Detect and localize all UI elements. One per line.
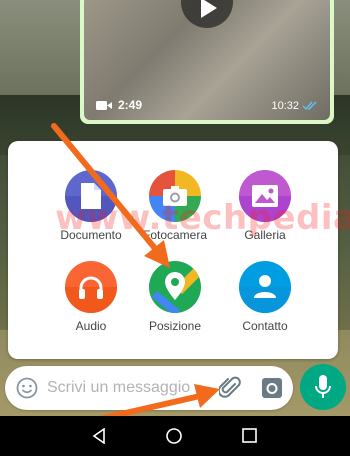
message-input-bar[interactable]: Scrivi un messaggio bbox=[5, 366, 293, 410]
message-time-row: 10:32 bbox=[271, 100, 318, 112]
watermark: www.techpedia.it bbox=[55, 198, 350, 238]
mic-button[interactable] bbox=[300, 364, 346, 410]
attach-contact-label: Contatto bbox=[242, 319, 288, 333]
video-camera-icon bbox=[96, 100, 112, 110]
audio-circle bbox=[65, 261, 117, 313]
message-input-placeholder[interactable]: Scrivi un messaggio bbox=[47, 379, 190, 397]
home-icon[interactable] bbox=[166, 428, 182, 444]
recents-icon[interactable] bbox=[242, 428, 257, 443]
play-button[interactable] bbox=[181, 0, 233, 28]
attach-contact-button[interactable]: Contatto bbox=[220, 261, 310, 333]
attach-audio-button[interactable]: Audio bbox=[46, 261, 136, 333]
camera-input-icon[interactable] bbox=[261, 377, 283, 399]
play-icon bbox=[201, 0, 217, 18]
attach-location-button[interactable]: Posizione bbox=[130, 261, 220, 333]
mic-icon bbox=[315, 375, 331, 398]
attachment-panel: Documento Fotocamera Galleria Audio Posi… bbox=[8, 141, 338, 359]
headphones-icon bbox=[79, 276, 103, 299]
attach-location-label: Posizione bbox=[148, 319, 202, 333]
paperclip-icon[interactable] bbox=[219, 376, 241, 400]
back-icon[interactable] bbox=[92, 428, 106, 444]
location-circle bbox=[149, 261, 201, 313]
contact-icon bbox=[254, 275, 276, 298]
video-message-bubble[interactable]: 2:49 10:32 bbox=[80, 0, 334, 124]
video-duration: 2:49 bbox=[118, 98, 143, 112]
double-check-icon bbox=[302, 101, 317, 111]
video-duration-row: 2:49 bbox=[96, 98, 142, 112]
contact-circle bbox=[239, 261, 291, 313]
emoji-icon[interactable] bbox=[16, 377, 38, 399]
navigation-bar bbox=[0, 416, 350, 456]
message-time: 10:32 bbox=[271, 100, 299, 112]
location-pin-icon bbox=[165, 272, 185, 300]
video-thumbnail[interactable]: 2:49 10:32 bbox=[84, 0, 330, 120]
attach-audio-label: Audio bbox=[75, 319, 107, 333]
